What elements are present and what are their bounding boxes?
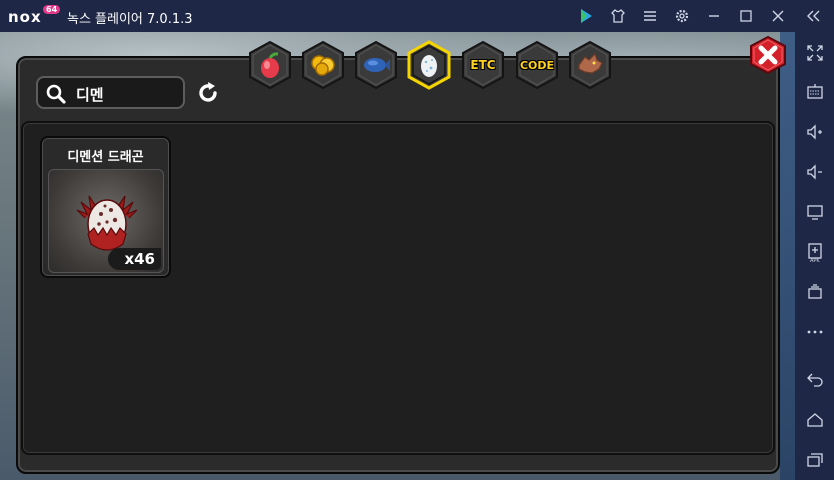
title-bar: nox 64 녹스 플레이어 7.0.1.3 xyxy=(0,0,834,32)
search-box[interactable]: 디멘 xyxy=(36,76,185,109)
item-image: x46 xyxy=(48,169,164,273)
refresh-icon[interactable] xyxy=(195,80,221,106)
item-count: x46 xyxy=(108,248,161,270)
item-card[interactable]: 디멘션 드래곤 x46 xyxy=(40,136,171,278)
multi-instance-button[interactable] xyxy=(804,281,826,303)
recent-apps-icon xyxy=(807,453,823,467)
emulator-sidebar: APK xyxy=(795,32,834,480)
tab-egg[interactable] xyxy=(406,40,452,90)
volume-up-button[interactable] xyxy=(804,121,826,143)
apk-icon: APK xyxy=(808,243,822,262)
svg-text:APK: APK xyxy=(810,258,820,262)
minimize-button[interactable] xyxy=(704,6,724,26)
brand-name: nox xyxy=(8,8,42,26)
back-arrow-icon xyxy=(807,373,823,387)
item-name: 디멘션 드래곤 xyxy=(67,150,144,165)
tab-etc-label: ETC xyxy=(470,58,496,72)
search-input-value[interactable]: 디멘 xyxy=(76,84,104,105)
double-chevron-left-icon xyxy=(807,10,820,22)
home-button[interactable] xyxy=(804,409,826,431)
game-background-edge xyxy=(780,32,795,480)
collapse-sidebar-button[interactable] xyxy=(803,6,823,26)
keyboard-icon xyxy=(807,84,823,99)
screenshot-button[interactable] xyxy=(804,201,826,223)
close-dialog-button[interactable] xyxy=(748,36,788,74)
expand-icon xyxy=(807,45,823,61)
close-window-button[interactable] xyxy=(768,6,788,26)
stack-icon xyxy=(808,284,822,299)
maximize-icon xyxy=(740,10,752,22)
volume-down-icon xyxy=(807,164,822,180)
dragon-head-icon xyxy=(578,52,603,74)
tab-fish[interactable] xyxy=(353,40,399,90)
home-icon xyxy=(807,413,823,427)
theme-button[interactable] xyxy=(608,6,628,26)
gear-icon xyxy=(675,9,689,23)
play-icon xyxy=(581,9,592,23)
volume-up-icon xyxy=(807,124,822,140)
fruit-icon xyxy=(261,52,279,78)
nox-logo: nox 64 xyxy=(8,5,62,26)
recent-apps-button[interactable] xyxy=(804,449,826,471)
menu-button[interactable] xyxy=(640,6,660,26)
play-store-button[interactable] xyxy=(576,6,596,26)
shirt-icon xyxy=(611,9,625,23)
tab-fruit[interactable] xyxy=(247,40,293,90)
monitor-icon xyxy=(807,205,823,220)
fish-icon xyxy=(364,58,390,72)
back-button[interactable] xyxy=(804,368,826,390)
tab-etc[interactable]: ETC xyxy=(460,40,506,90)
volume-down-button[interactable] xyxy=(804,161,826,183)
tab-gold[interactable] xyxy=(300,40,346,90)
gold-coins-icon xyxy=(311,55,335,76)
search-icon xyxy=(46,84,66,104)
more-dots-icon xyxy=(807,330,823,334)
window-title: 녹스 플레이어 7.0.1.3 xyxy=(67,12,193,27)
minimize-icon xyxy=(709,15,719,17)
tab-code-label: CODE xyxy=(519,58,555,72)
settings-button[interactable] xyxy=(672,6,692,26)
fullscreen-button[interactable] xyxy=(804,42,826,64)
egg-icon xyxy=(421,55,437,77)
tab-dragon[interactable] xyxy=(567,40,613,90)
close-icon xyxy=(772,10,784,22)
maximize-button[interactable] xyxy=(736,6,756,26)
more-button[interactable] xyxy=(804,321,826,343)
keyboard-button[interactable] xyxy=(804,81,826,103)
install-apk-button[interactable]: APK xyxy=(804,241,826,263)
brand-badge: 64 xyxy=(43,5,61,14)
tab-code[interactable]: CODE xyxy=(514,40,560,90)
menu-icon xyxy=(644,11,656,21)
